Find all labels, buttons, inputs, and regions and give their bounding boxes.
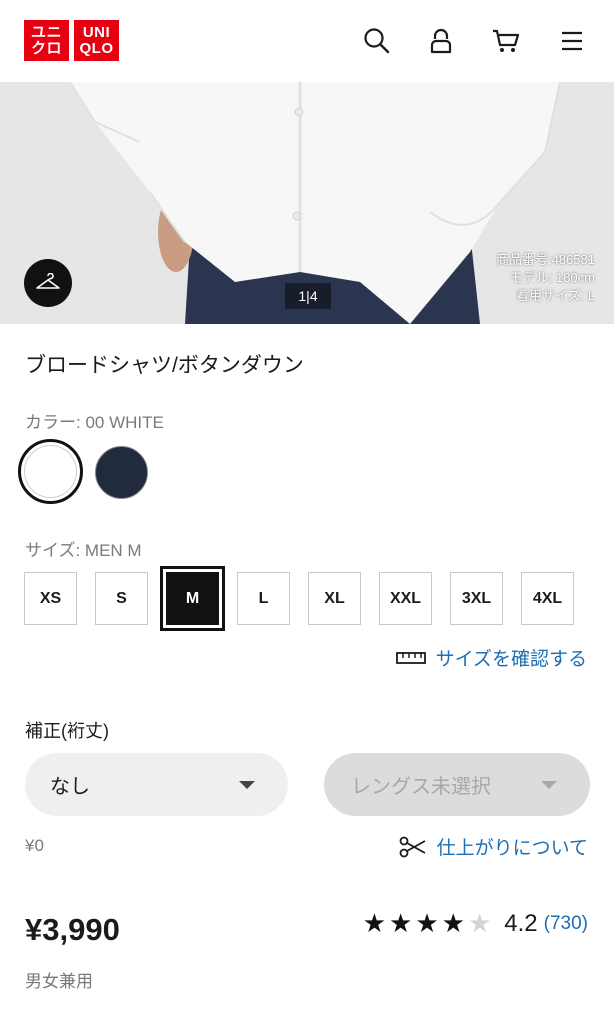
alteration-label: 補正(裄丈) <box>25 721 109 741</box>
star-icon: ★ <box>415 908 442 938</box>
logo-latin-line2: QLO <box>79 39 114 57</box>
size-check-label: サイズを確認する <box>435 649 587 670</box>
star-empty-icon: ★ <box>467 908 495 938</box>
size-option-3xl[interactable]: 3XL <box>450 572 503 625</box>
account-icon[interactable] <box>424 24 458 58</box>
rating-stars: ★★★★★ <box>363 908 495 939</box>
uniqlo-logo[interactable]: ユニ クロ UNI QLO <box>24 20 119 61</box>
color-swatch-white[interactable] <box>18 439 83 504</box>
size-option-xs[interactable]: XS <box>24 572 77 625</box>
size-option-xxl[interactable]: XXL <box>379 572 432 625</box>
ruler-icon <box>395 651 426 664</box>
size-option-4xl[interactable]: 4XL <box>521 572 574 625</box>
size-option-l[interactable]: L <box>237 572 290 625</box>
star-icon: ★ <box>362 908 390 938</box>
finish-info-link[interactable]: 仕上がりについて <box>399 833 588 860</box>
hanger-icon[interactable] <box>24 259 72 307</box>
worn-size: 着用サイズ: L <box>515 288 595 303</box>
chevron-down-icon <box>239 781 255 789</box>
length-select: レングス未選択 <box>324 753 590 816</box>
logo-latin-line1: UNI <box>82 23 111 41</box>
rating[interactable]: ★★★★★ 4.2 (730) <box>363 908 588 939</box>
search-icon[interactable] <box>360 24 394 58</box>
size-option-s[interactable]: S <box>95 572 148 625</box>
model-height: モデル: 180cm <box>509 270 595 285</box>
rating-value: 4.2 <box>504 909 538 937</box>
image-counter: 1|4 <box>285 283 331 309</box>
chevron-down-icon <box>541 781 557 789</box>
scissors-icon <box>399 836 425 857</box>
alteration-select-value: なし <box>50 776 90 798</box>
site-header: ユニ クロ UNI QLO <box>0 0 614 82</box>
size-check-link[interactable]: サイズを確認する <box>395 644 587 671</box>
model-info: 商品番号:486581 モデル: 180cm 着用サイズ: L <box>496 251 595 305</box>
product-title: ブロードシャツ/ボタンダウン <box>25 354 304 377</box>
swatch-fill <box>24 445 77 498</box>
color-swatch-navy[interactable] <box>95 446 148 499</box>
alteration-select[interactable]: なし <box>25 753 288 816</box>
color-label: カラー: 00 WHITE <box>25 413 164 432</box>
star-icon: ★ <box>441 908 468 938</box>
rating-count[interactable]: (730) <box>544 913 588 935</box>
price: ¥3,990 <box>25 912 120 947</box>
cart-icon[interactable] <box>489 24 523 58</box>
size-option-xl[interactable]: XL <box>308 572 361 625</box>
logo-latin: UNI QLO <box>74 20 119 61</box>
logo-katakana-line2: クロ <box>30 39 62 57</box>
logo-katakana-line1: ユニ <box>30 23 62 41</box>
length-select-value: レングス未選択 <box>351 776 491 798</box>
size-option-m[interactable]: M <box>160 566 225 631</box>
logo-katakana: ユニ クロ <box>24 20 69 61</box>
size-label: サイズ: MEN M <box>25 541 142 560</box>
gender-label: 男女兼用 <box>25 972 93 991</box>
product-number: 商品番号:486581 <box>496 252 595 267</box>
finish-info-label: 仕上がりについて <box>436 838 588 859</box>
star-icon: ★ <box>389 908 416 938</box>
menu-icon[interactable] <box>555 24 589 58</box>
alteration-price: ¥0 <box>25 836 44 855</box>
